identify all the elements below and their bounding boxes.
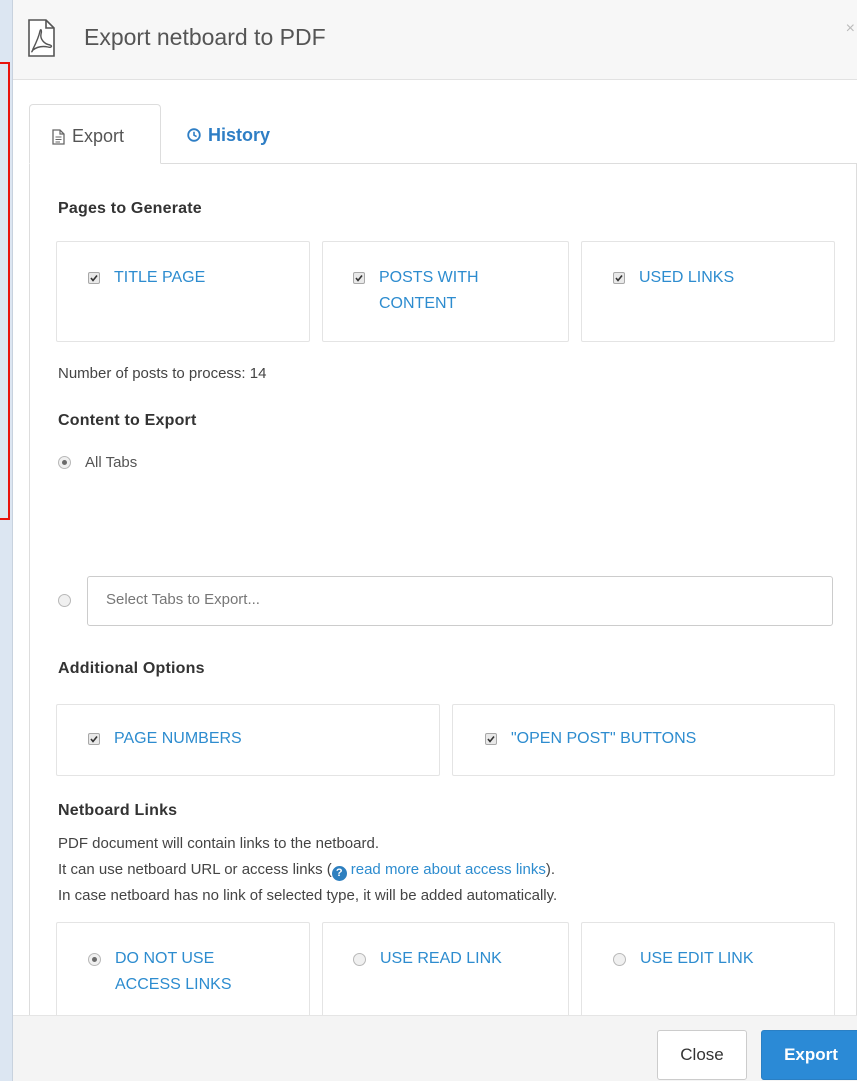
posts-with-content-label: Posts with Content [379,269,479,312]
netboard-links-info-1: PDF document will contain links to the n… [58,835,379,852]
radio-unselected-icon[interactable] [613,953,626,966]
option-card-used-links [581,241,835,342]
use-edit-link-option[interactable]: Use edit link [613,946,754,972]
highlight-marker [0,62,10,520]
additional-options-title: Additional Options [58,660,205,677]
posts-with-content-option[interactable]: Posts with Content [353,265,533,317]
use-read-link-label: Use read link [380,950,502,967]
checkbox-checked-icon[interactable] [88,733,100,745]
tab-history-label: History [208,125,271,145]
modal-footer: Close Export [13,1015,857,1081]
document-icon [52,129,65,145]
checkbox-checked-icon[interactable] [485,733,497,745]
radio-selected-icon[interactable] [88,953,101,966]
select-tabs-option[interactable] [58,594,71,607]
do-not-use-access-links-label: Do not use access links [115,950,232,993]
pages-to-generate-title: Pages to Generate [58,200,202,217]
close-icon[interactable]: × [846,20,855,38]
checkbox-checked-icon[interactable] [613,272,625,284]
page-numbers-option[interactable]: Page Numbers [88,726,242,752]
option-card-title-page [56,241,310,342]
radio-selected-icon[interactable] [58,456,71,469]
close-button[interactable]: Close [657,1030,747,1080]
export-pdf-modal: Export netboard to PDF × Export History [12,0,857,1081]
page-numbers-label: Page Numbers [114,730,242,747]
use-read-link-option[interactable]: Use read link [353,946,502,972]
radio-unselected-icon[interactable] [58,594,71,607]
netboard-links-info-2: It can use netboard URL or access links … [58,861,556,881]
tab-history[interactable]: History [165,104,292,164]
title-page-label: Title Page [114,269,206,286]
export-button[interactable]: Export [761,1030,857,1080]
select-tabs-input[interactable]: Select Tabs to Export... [87,576,833,626]
modal-title: Export netboard to PDF [84,24,326,50]
option-card-edit-link [581,922,835,1022]
use-edit-link-label: Use edit link [640,950,754,967]
used-links-label: Used Links [639,269,735,286]
posts-count-text: Number of posts to process: 14 [58,365,267,382]
tab-export-label: Export [72,126,125,146]
radio-unselected-icon[interactable] [353,953,366,966]
tab-export[interactable]: Export [29,104,161,164]
modal-header: Export netboard to PDF × [13,0,857,80]
open-post-buttons-option[interactable]: "Open Post" Buttons [485,726,696,752]
clock-icon [187,128,201,142]
access-links-help-link[interactable]: read more about access links [351,861,546,878]
used-links-option[interactable]: Used Links [613,265,734,291]
pdf-file-icon [28,19,55,57]
option-card-read-link [322,922,569,1022]
content-to-export-title: Content to Export [58,412,197,429]
modal-body: Export History Pages to Generate Title P… [13,80,857,1074]
checkbox-checked-icon[interactable] [353,272,365,284]
question-circle-icon: ? [331,866,347,881]
all-tabs-label: All Tabs [85,454,138,471]
all-tabs-option[interactable]: All Tabs [58,454,137,471]
open-post-buttons-label: "Open Post" Buttons [511,730,697,747]
netboard-links-info-3: In case netboard has no link of selected… [58,887,558,904]
do-not-use-access-links-option[interactable]: Do not use access links [88,946,273,998]
title-page-option[interactable]: Title Page [88,265,205,291]
tab-bar: Export History [29,104,857,164]
export-tab-panel: Pages to Generate Title Page Posts with … [29,164,857,1074]
netboard-links-title: Netboard Links [58,802,178,819]
checkbox-checked-icon[interactable] [88,272,100,284]
